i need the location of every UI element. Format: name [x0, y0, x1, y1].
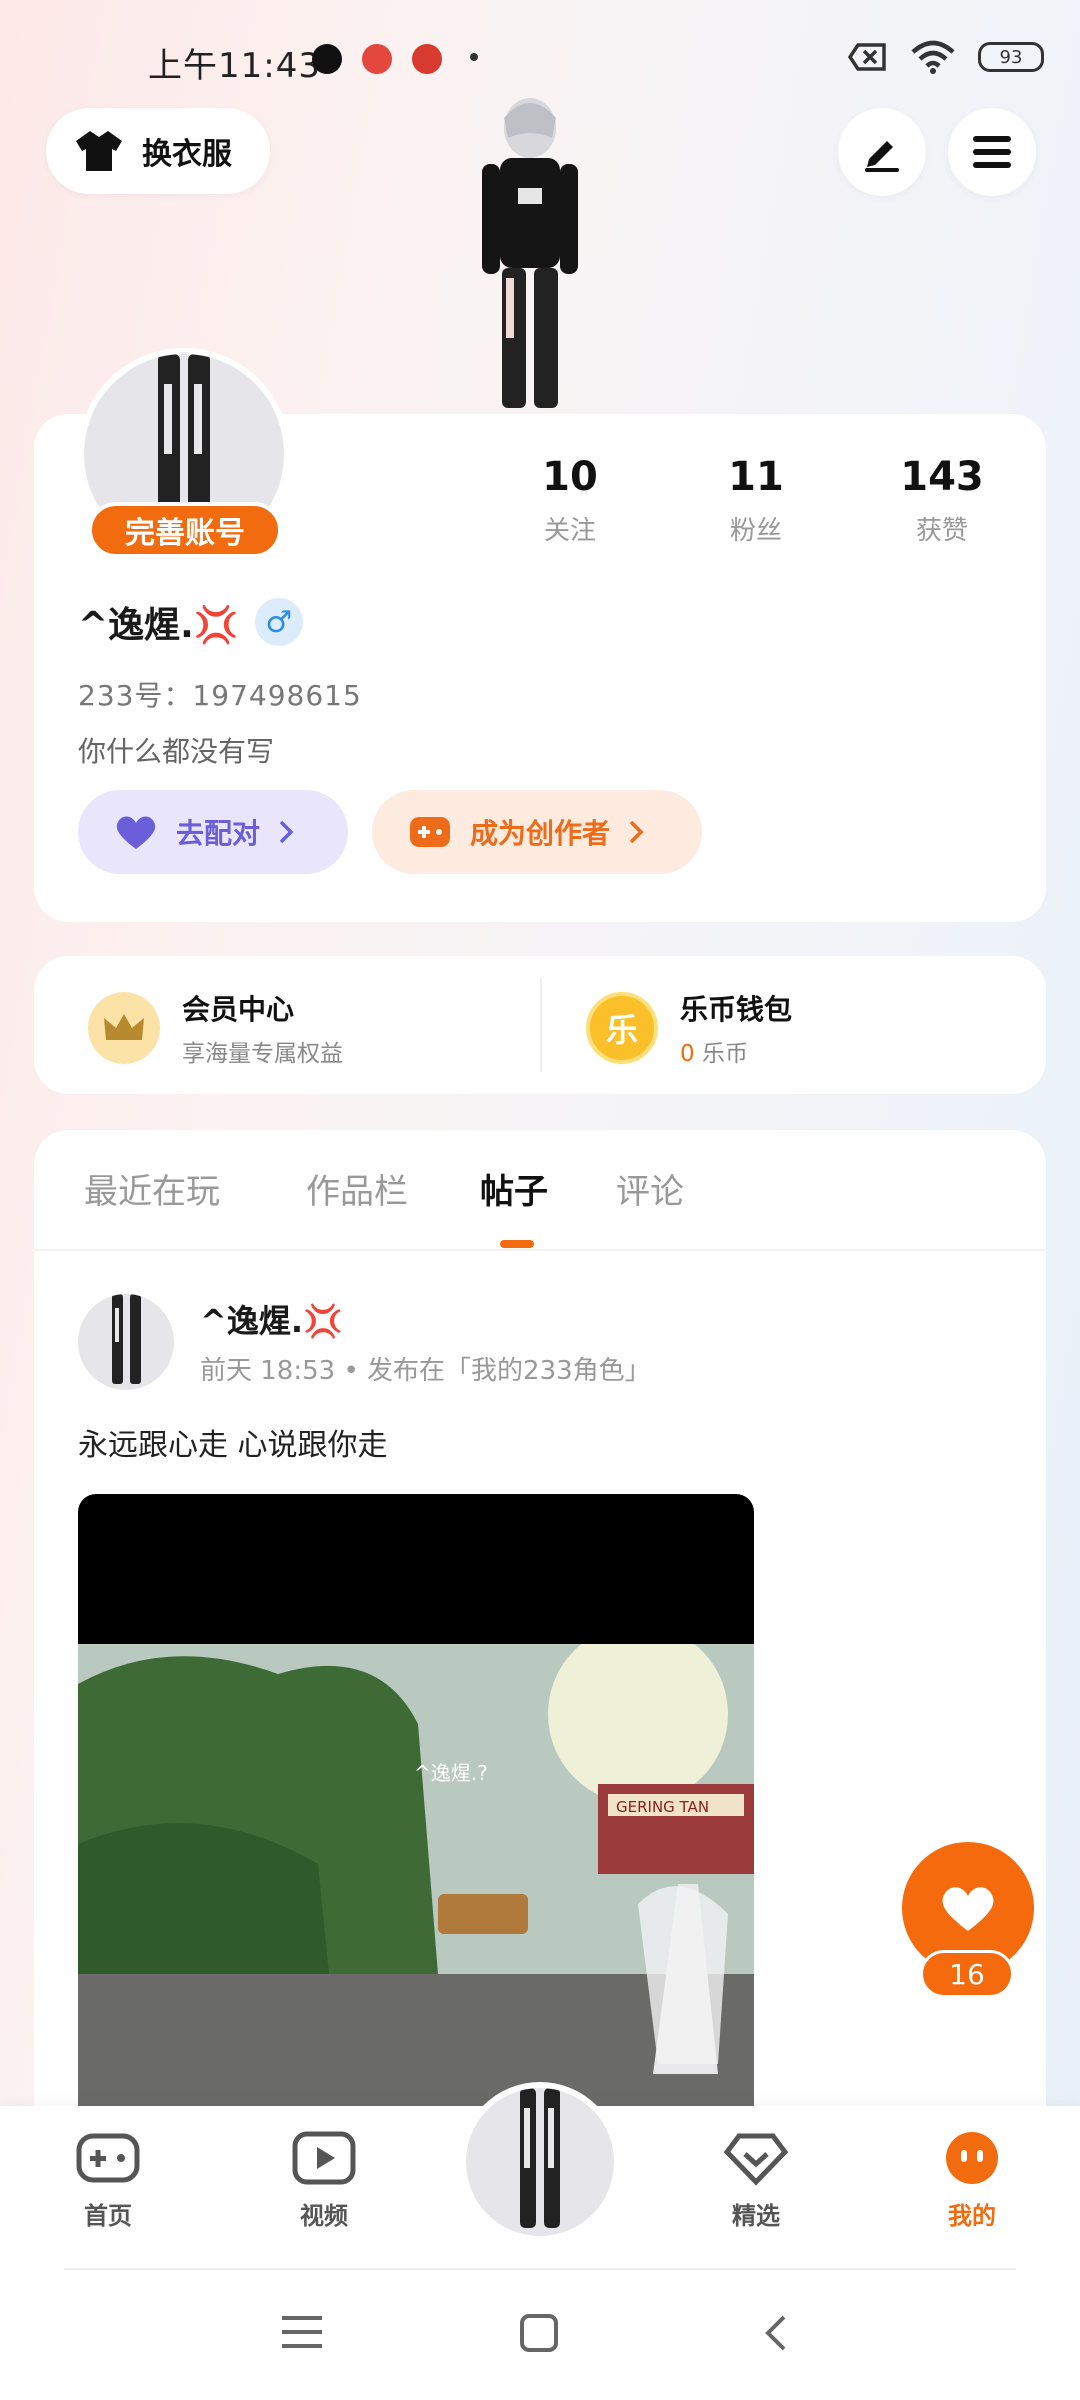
post-video[interactable]: GERING TAN ^逸煋.?	[78, 1494, 754, 2124]
chevron-right-icon	[279, 820, 294, 844]
tiktok-icon	[312, 44, 342, 74]
wallet[interactable]: 乐 乐币钱包 0 乐币	[586, 988, 792, 1068]
member-center-title: 会员中心	[182, 993, 295, 1026]
username-row: ^逸煋.💢 ♂	[78, 596, 303, 648]
nav-featured[interactable]: 精选	[696, 2130, 816, 2231]
stat-followers[interactable]: 11 粉丝	[686, 454, 826, 547]
coin-icon: 乐	[586, 992, 658, 1064]
change-outfit-label: 换衣服	[142, 137, 232, 172]
gamepad-icon	[410, 817, 450, 847]
vip-card: 会员中心 享海量专属权益 乐 乐币钱包 0 乐币	[34, 956, 1046, 1094]
avatar-figure	[112, 1294, 141, 1384]
heart-icon	[116, 816, 156, 849]
stat-value: 10	[542, 454, 598, 500]
divider	[540, 978, 542, 1072]
system-nav-bar	[0, 2270, 1080, 2400]
creator-label: 成为创作者	[470, 817, 611, 850]
post-text[interactable]: 永远跟心走 心说跟你走	[78, 1420, 388, 1464]
nav-label: 首页	[84, 2202, 132, 2230]
stat-value: 143	[900, 454, 984, 500]
complete-account-button[interactable]: 完善账号	[88, 502, 282, 558]
tab-recent[interactable]: 最近在玩	[84, 1164, 220, 1213]
tab-indicator	[500, 1240, 534, 1248]
status-time: 上午11:43	[148, 46, 321, 86]
shop-sign: GERING TAN	[616, 1798, 709, 1816]
nav-label: 我的	[948, 2202, 996, 2230]
app-notification-icon	[412, 44, 442, 74]
tab-comments[interactable]: 评论	[616, 1164, 684, 1213]
game-scene: GERING TAN ^逸煋.?	[78, 1624, 754, 2124]
tab-posts[interactable]: 帖子	[480, 1164, 548, 1213]
back-icon[interactable]	[762, 2314, 788, 2352]
nav-label: 视频	[300, 2202, 348, 2230]
member-center[interactable]: 会员中心 享海量专属权益	[88, 988, 343, 1068]
user-id[interactable]: 233号：197498615	[78, 674, 362, 714]
play-icon	[292, 2131, 356, 2185]
pair-button[interactable]: 去配对	[78, 790, 348, 874]
notification-dot	[470, 53, 478, 61]
member-center-subtitle: 享海量专属权益	[182, 1041, 343, 1067]
nav-home[interactable]: 首页	[48, 2130, 168, 2231]
like-count: 16	[920, 1950, 1014, 1998]
post-meta: 前天 18:53 • 发布在「我的233角色」	[200, 1356, 651, 1386]
stat-following[interactable]: 10 关注	[500, 454, 640, 547]
video-frame: GERING TAN ^逸煋.?	[78, 1624, 754, 2124]
edit-button[interactable]	[838, 108, 926, 196]
nav-label: 精选	[732, 2202, 780, 2230]
menu-button[interactable]	[948, 108, 1036, 196]
app-notification-icon	[362, 44, 392, 74]
username: ^逸煋.💢	[78, 605, 239, 646]
change-outfit-button[interactable]: 换衣服	[46, 108, 270, 194]
stat-label: 关注	[543, 516, 596, 546]
wallet-balance: 0 乐币	[680, 1034, 792, 1068]
stat-value: 11	[728, 454, 784, 500]
pair-label: 去配对	[176, 817, 261, 850]
tab-works[interactable]: 作品栏	[306, 1164, 408, 1213]
recent-apps-icon[interactable]	[282, 2314, 322, 2350]
smile-face-icon	[946, 2132, 998, 2184]
coin-icon-char: 乐	[605, 1011, 638, 1049]
character-figure[interactable]	[460, 88, 600, 416]
nav-mine[interactable]: 我的	[912, 2130, 1032, 2231]
stat-label: 获赞	[915, 516, 968, 546]
bio[interactable]: 你什么都没有写	[78, 730, 274, 770]
divider	[34, 1249, 1046, 1251]
stat-likes[interactable]: 143 获赞	[872, 454, 1012, 547]
become-creator-button[interactable]: 成为创作者	[372, 790, 702, 874]
player-name: ^逸煋.?	[414, 1761, 488, 1785]
gamepad-icon	[76, 2133, 140, 2183]
home-icon[interactable]	[520, 2314, 558, 2352]
battery-indicator: 93	[978, 42, 1044, 72]
menu-icon	[973, 136, 1011, 168]
sim-off-icon	[848, 43, 886, 71]
nav-avatar-button[interactable]	[460, 2082, 620, 2242]
wallet-amount: 0	[680, 1041, 695, 1067]
heart-icon	[942, 1887, 994, 1931]
crown-icon	[88, 992, 160, 1064]
shirt-icon	[76, 131, 122, 171]
male-icon: ♂	[254, 598, 303, 646]
post-avatar[interactable]	[78, 1294, 174, 1390]
wallet-unit: 乐币	[701, 1041, 748, 1067]
wifi-icon	[911, 40, 955, 74]
pencil-icon	[865, 141, 899, 172]
avatar-figure	[520, 2088, 560, 2228]
nav-video[interactable]: 视频	[264, 2130, 384, 2231]
wallet-title: 乐币钱包	[680, 993, 793, 1026]
status-bar: 上午11:43 93	[0, 0, 1080, 100]
chevron-right-icon	[629, 820, 644, 844]
heart-diamond-icon	[723, 2133, 789, 2186]
stat-label: 粉丝	[729, 516, 782, 546]
post-author[interactable]: ^逸煋.💢	[200, 1296, 343, 1342]
